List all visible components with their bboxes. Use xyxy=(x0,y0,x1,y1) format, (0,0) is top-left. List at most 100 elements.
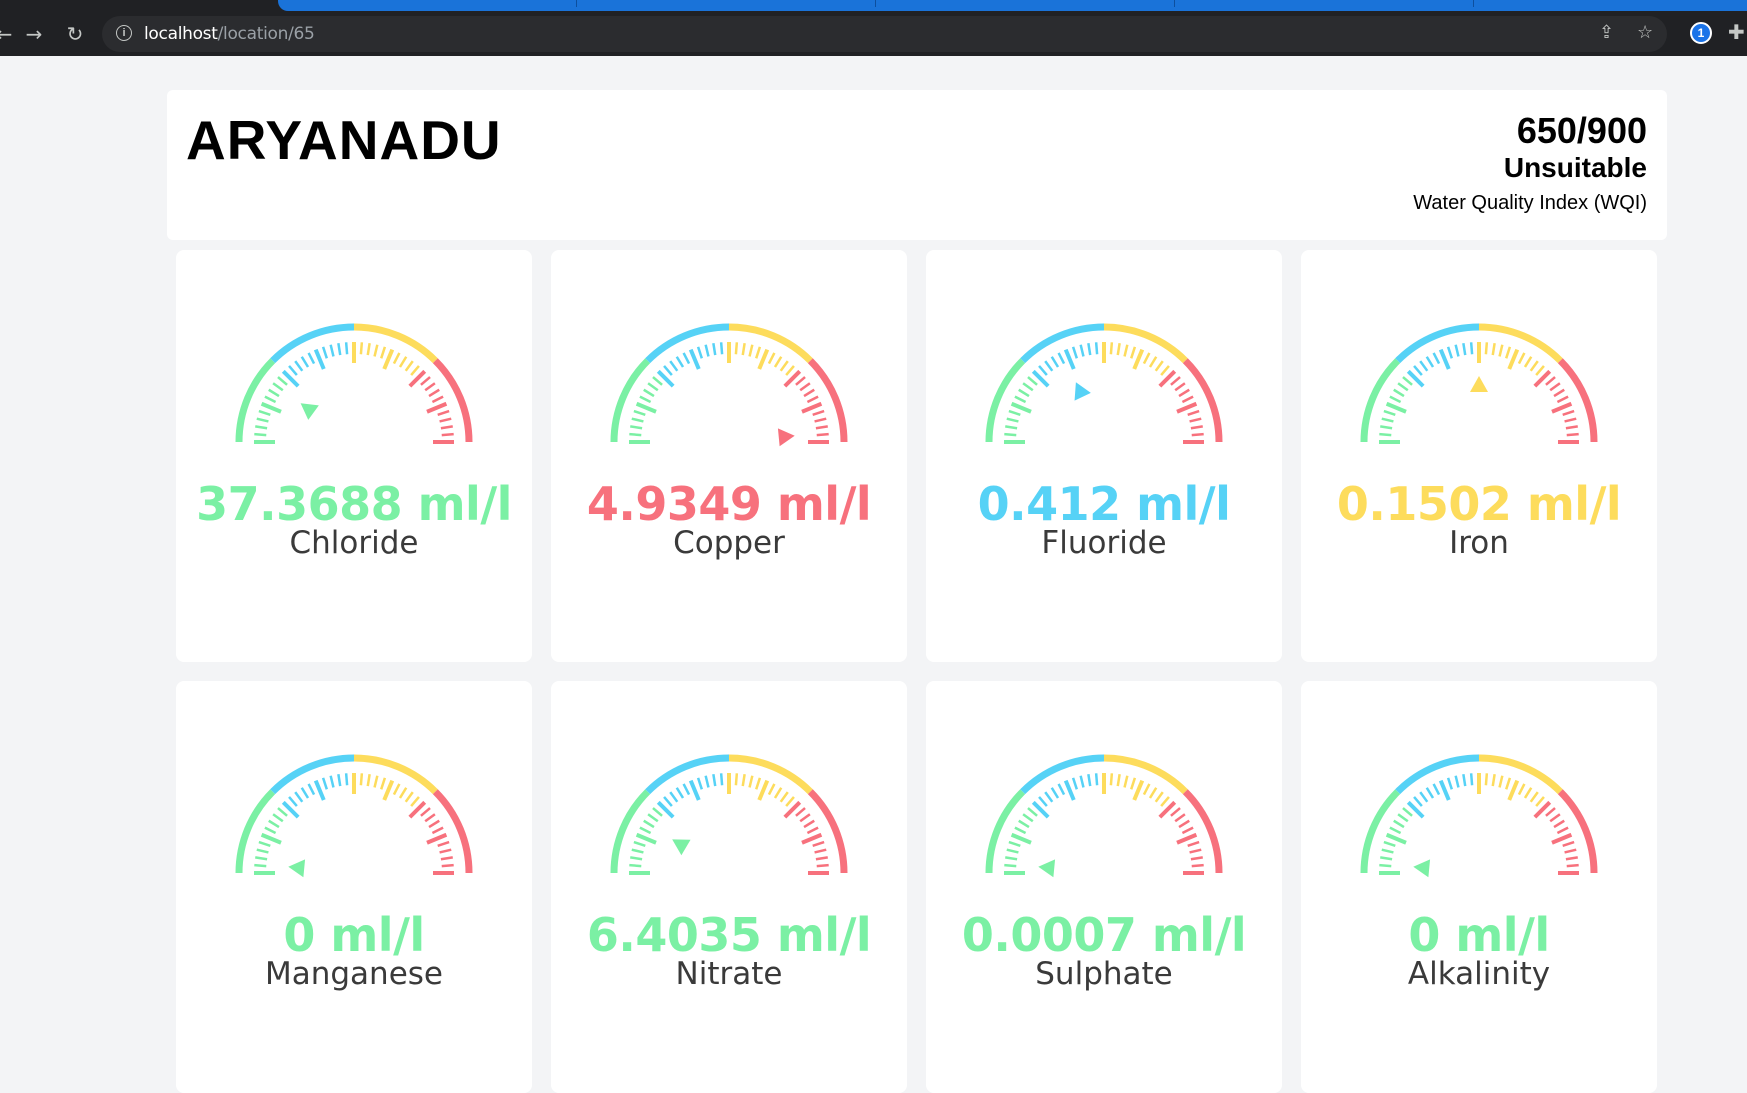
tab-strip[interactable] xyxy=(278,0,1747,11)
gauge-zone-red xyxy=(1557,358,1598,443)
gauge-tick xyxy=(288,796,298,807)
gauge-tick xyxy=(260,832,282,845)
location-name: ARYANADU xyxy=(186,109,502,171)
gauge-tick xyxy=(1014,826,1027,835)
gauge-tick xyxy=(1505,777,1512,790)
wqi-label: Water Quality Index (WQI) xyxy=(1413,192,1647,214)
gauge-tick xyxy=(1556,395,1569,404)
gauge-zone-green xyxy=(610,358,651,443)
gauge-tick xyxy=(373,775,379,788)
gauge-tick xyxy=(1413,796,1423,807)
gauge-tick xyxy=(629,432,642,437)
gauge-tick xyxy=(806,395,819,404)
parameter-value: 37.3688 ml/l xyxy=(196,477,512,531)
parameter-card: 0 ml/l Alkalinity xyxy=(1301,681,1657,1093)
gauge-tick xyxy=(1438,348,1451,370)
share-icon[interactable]: ⇪ xyxy=(1599,22,1614,43)
gauge-tick xyxy=(1446,777,1453,790)
gauge-tick xyxy=(801,401,823,414)
gauge-tick xyxy=(639,826,652,835)
gauge-tick xyxy=(675,356,685,368)
gauge-tick xyxy=(652,807,663,817)
gauge-tick xyxy=(755,346,762,359)
gauge-tick xyxy=(1566,863,1579,868)
gauge-tick xyxy=(816,432,829,437)
gauge-tick xyxy=(795,376,806,386)
gauge-dial xyxy=(235,323,473,444)
gauge-tick xyxy=(1562,409,1575,416)
gauge-zone-blue xyxy=(645,754,730,795)
gauge-tick xyxy=(1389,395,1402,404)
gauge-pointer xyxy=(1413,859,1431,878)
gauge-tick xyxy=(254,863,267,868)
gauge-tick xyxy=(767,352,776,365)
gauge-zone-blue xyxy=(1020,754,1105,795)
gauge-tick xyxy=(1379,863,1392,868)
gauge-tick xyxy=(321,346,328,359)
gauge-tick xyxy=(1498,344,1504,357)
gauge-zone-yellow xyxy=(728,323,813,364)
gauge-dial xyxy=(610,323,848,447)
gauge-tick xyxy=(1181,826,1194,835)
reload-icon[interactable]: ↻ xyxy=(61,20,89,48)
gauge-tick xyxy=(404,791,414,803)
extensions-puzzle-icon[interactable]: ✚ xyxy=(1728,20,1745,44)
forward-icon[interactable]: → xyxy=(20,20,48,48)
gauge-tick xyxy=(426,832,448,845)
gauge-tick xyxy=(1123,775,1129,788)
gauge-tick xyxy=(441,432,454,437)
gauge-tick xyxy=(300,356,310,368)
gauge-tick xyxy=(264,395,277,404)
gauge-tick xyxy=(1087,774,1092,787)
gauge-tick xyxy=(337,343,342,356)
gauge-pointer xyxy=(288,859,306,878)
gauge-tick xyxy=(669,791,679,803)
parameter-name: Chloride xyxy=(289,525,419,561)
gauge-tick xyxy=(741,774,746,787)
parameter-name: Iron xyxy=(1449,525,1509,561)
parameter-value: 0 ml/l xyxy=(1408,908,1550,962)
gauge-tick xyxy=(1010,401,1032,414)
gauge-tick xyxy=(799,382,811,392)
gauge-tick xyxy=(779,791,789,803)
gauge-tick xyxy=(1123,344,1129,357)
gauge-dial xyxy=(1360,754,1598,878)
site-info-icon[interactable]: i xyxy=(116,25,132,41)
gauge-tick xyxy=(633,840,646,847)
address-bar[interactable]: i localhost/location/65 ⇪ ☆ xyxy=(102,16,1667,52)
gauge-tick xyxy=(704,344,710,357)
url-text[interactable]: localhost/location/65 xyxy=(144,24,315,44)
gauge-tick xyxy=(1148,787,1158,799)
gauge-tick xyxy=(1027,807,1038,817)
bookmark-star-icon[interactable]: ☆ xyxy=(1637,22,1653,43)
gauge-tick xyxy=(264,826,277,835)
gauge-tick xyxy=(1050,356,1060,368)
back-icon[interactable]: ← xyxy=(0,20,18,48)
parameter-card: 6.4035 ml/l Nitrate xyxy=(551,681,907,1093)
gauge-tick xyxy=(294,791,304,803)
gauge-tick xyxy=(321,777,328,790)
gauge-tick xyxy=(1160,365,1170,376)
gauge-zone-green xyxy=(610,789,651,874)
gauge-tick xyxy=(1565,856,1578,861)
gauge-tick xyxy=(1027,376,1038,386)
gauge-tick xyxy=(256,848,269,854)
gauge-tick xyxy=(1038,796,1048,807)
gauge-tick xyxy=(258,409,271,416)
gauge-tick xyxy=(719,342,724,355)
gauge-tick xyxy=(1187,409,1200,416)
gauge-tick xyxy=(1142,352,1151,365)
gauge-tick xyxy=(816,863,829,868)
gauge-tick xyxy=(1006,417,1019,423)
gauge-tick xyxy=(1402,376,1413,386)
gauge-tick xyxy=(1381,417,1394,423)
gauge-tick xyxy=(1402,807,1413,817)
url-path: /location/65 xyxy=(217,24,315,44)
gauge-tick xyxy=(767,783,776,796)
password-manager-extension-icon[interactable]: 1 xyxy=(1690,22,1712,44)
gauge-tick xyxy=(1174,382,1186,392)
gauge-tick xyxy=(719,773,724,786)
gauge-tick xyxy=(1190,856,1203,861)
gauge-tick xyxy=(643,388,655,398)
gauge-tick xyxy=(682,783,691,796)
